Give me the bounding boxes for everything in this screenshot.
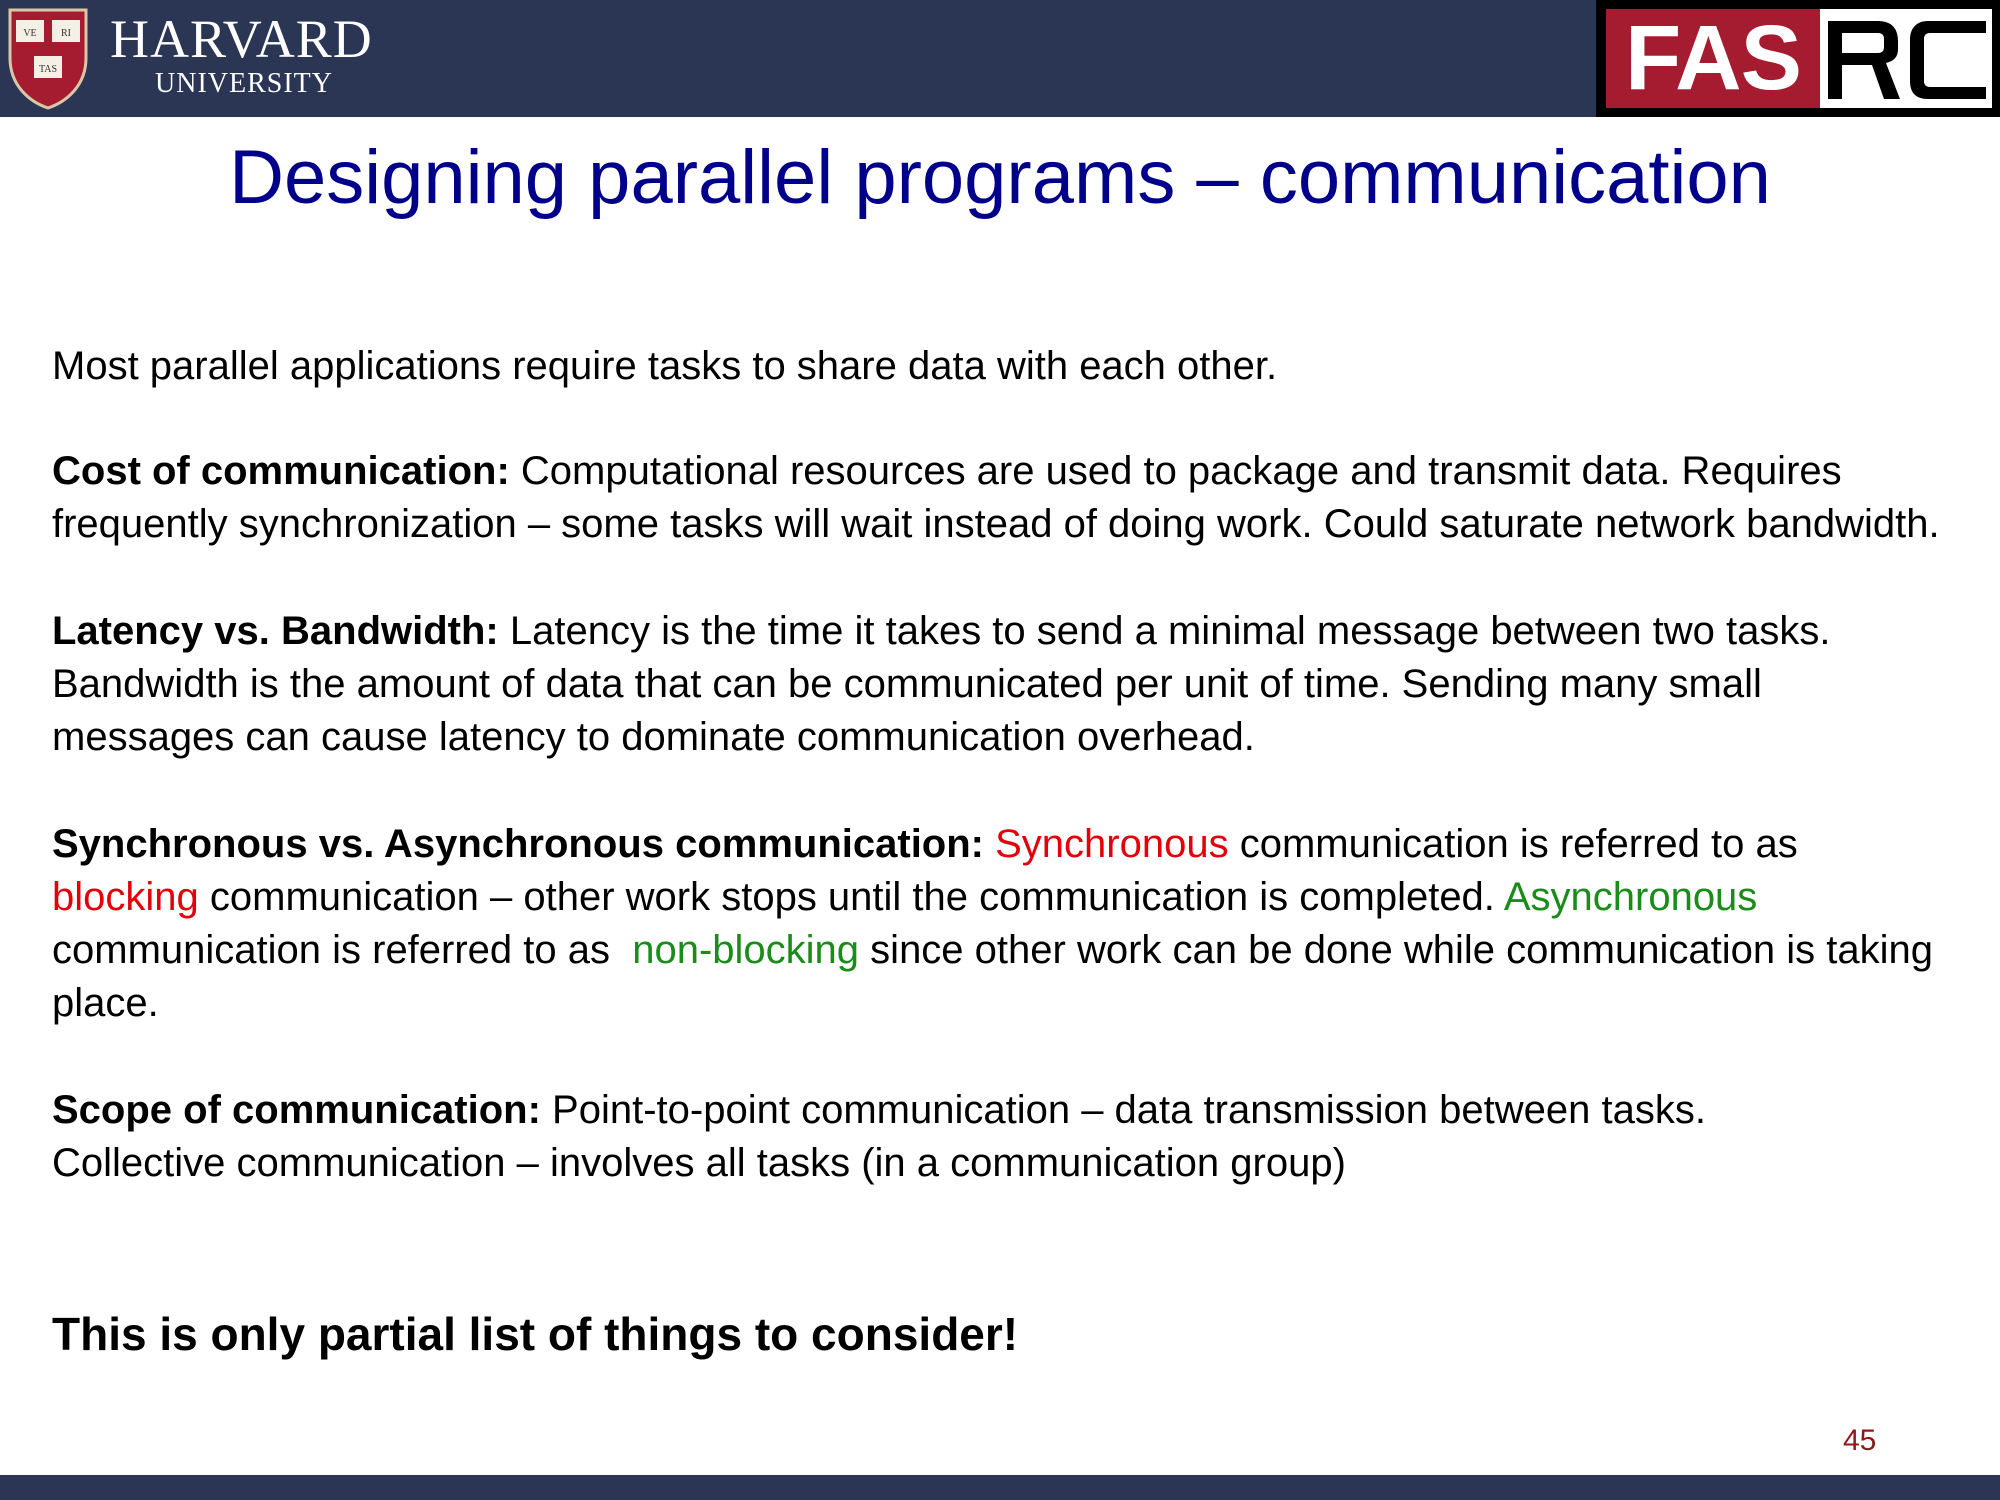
cost-heading: Cost of communication:	[52, 449, 510, 493]
footer-bar	[0, 1475, 2000, 1500]
harvard-shield-icon: VE RI TAS	[8, 8, 88, 110]
sync-text-1: communication is referred to as	[1228, 822, 1798, 866]
sync-term-asynchronous: Asynchronous	[1503, 875, 1758, 919]
fasrc-rc-icon	[1828, 21, 1986, 99]
latency-paragraph: Latency vs. Bandwidth: Latency is the ti…	[52, 605, 1952, 764]
svg-text:VE: VE	[23, 28, 36, 39]
fasrc-rc-block	[1820, 9, 1992, 108]
fasrc-fas-block: FAS	[1606, 9, 1820, 108]
scope-line-2: Collective communication – involves all …	[52, 1141, 1346, 1185]
scope-heading: Scope of communication:	[52, 1088, 541, 1132]
sync-text-2: communication – other work stops until t…	[198, 875, 1504, 919]
fasrc-fas-text: FAS	[1625, 7, 1802, 109]
slide-body: Most parallel applications require tasks…	[52, 340, 1952, 1360]
intro-paragraph: Most parallel applications require tasks…	[52, 344, 1278, 388]
fasrc-logo: FAS	[1596, 0, 2000, 117]
cost-paragraph: Cost of communication: Computational res…	[52, 445, 1952, 551]
slide-title: Designing parallel programs – communicat…	[229, 135, 1771, 220]
sync-term-non-blocking: non-blocking	[632, 928, 860, 972]
scope-paragraph: Scope of communication: Point-to-point c…	[52, 1084, 1952, 1190]
sync-heading: Synchronous vs. Asynchronous communicati…	[52, 822, 984, 866]
page-number: 45	[1843, 1424, 1877, 1457]
sync-paragraph: Synchronous vs. Asynchronous communicati…	[52, 818, 1952, 1030]
harvard-logo-title: HARVARD	[110, 9, 373, 69]
sync-term-synchronous: Synchronous	[995, 822, 1229, 866]
svg-text:TAS: TAS	[39, 64, 57, 75]
sync-term-blocking: blocking	[52, 875, 199, 919]
svg-text:RI: RI	[61, 28, 71, 39]
latency-heading: Latency vs. Bandwidth:	[52, 609, 499, 653]
scope-line-1: Point-to-point communication – data tran…	[540, 1088, 1706, 1132]
harvard-logo-subtitle: UNIVERSITY	[155, 68, 333, 99]
closing-statement: This is only partial list of things to c…	[52, 1308, 1019, 1360]
header-bar: VE RI TAS HARVARD UNIVERSITY FAS	[0, 0, 2000, 117]
